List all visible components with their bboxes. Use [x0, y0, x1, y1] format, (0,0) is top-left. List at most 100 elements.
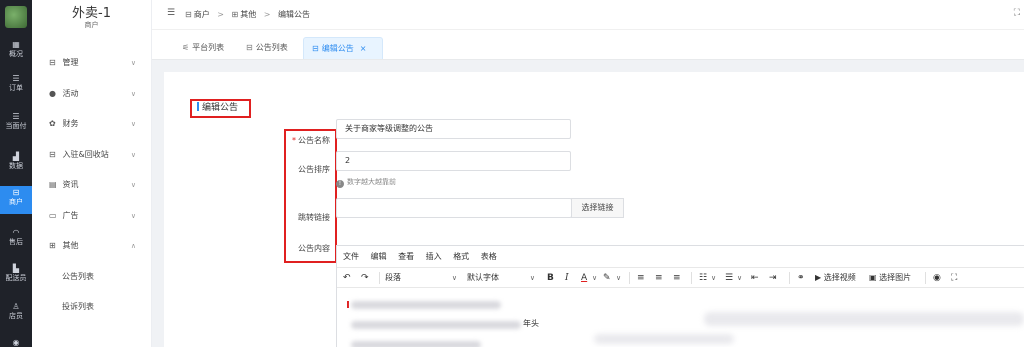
fullscreen-icon[interactable]: ⛶	[1014, 8, 1020, 18]
editor-menu-edit[interactable]: 编辑	[371, 252, 387, 261]
chevron-down-icon[interactable]: ∨	[735, 268, 742, 288]
editor-menu-table[interactable]: 表格	[481, 252, 497, 261]
rider-icon: ▙	[12, 264, 20, 273]
sidebar-item-activity[interactable]: ● 活动 ∨	[32, 79, 152, 110]
rail-item-staff[interactable]: ♙ 店员	[0, 300, 32, 326]
sidebar-item-news[interactable]: ▤ 资讯 ∨	[32, 170, 152, 201]
blurred-text	[351, 321, 521, 329]
rail-item-more[interactable]: ◉	[0, 336, 32, 347]
paragraph-select[interactable]: 段落 ∨	[385, 268, 457, 288]
rail-item-face-pay[interactable]: ☰ 当面付	[0, 110, 32, 136]
editor-menu-format[interactable]: 格式	[453, 252, 469, 261]
link-icon[interactable]: ⚭	[797, 268, 805, 288]
rail-item-after-sales[interactable]: ◠ 售后	[0, 226, 32, 252]
sidebar-item-other[interactable]: ⊞ 其他 ∧	[32, 231, 152, 262]
fullscreen-icon[interactable]: ⛶	[951, 268, 957, 288]
main-content: 编辑公告 * 公告名称 关于商家等级调整的公告 公告排序 2 ! 数字越大越靠前 跳…	[152, 60, 1024, 347]
sidebar-subtitle: 商户	[84, 21, 99, 29]
redo-icon[interactable]: ↷	[361, 268, 369, 288]
sidebar-subitem-complaints[interactable]: 投诉列表	[32, 292, 152, 323]
highlight-icon[interactable]: ✎	[603, 268, 611, 288]
undo-icon[interactable]: ↶	[343, 268, 351, 288]
edit-form-card: 编辑公告 * 公告名称 关于商家等级调整的公告 公告排序 2 ! 数字越大越靠前 跳…	[164, 72, 1024, 347]
title-accent-bar	[197, 102, 199, 111]
info-icon: !	[336, 180, 344, 188]
tab-platform-list[interactable]: ⚟ 平台列表	[174, 37, 232, 59]
rail-item-label: 数据	[9, 162, 23, 170]
headset-icon: ◠	[12, 228, 20, 237]
watermark	[594, 334, 734, 344]
chevron-down-icon[interactable]: ∨	[709, 268, 716, 288]
chevron-down-icon: ∨	[130, 150, 136, 159]
visible-text-fragment: 年头	[523, 319, 539, 328]
select-image-button[interactable]: ▣ 选择图片	[869, 268, 911, 288]
watermark	[704, 312, 1024, 326]
content-label: 公告内容	[298, 244, 330, 253]
align-center-icon[interactable]: ≡	[655, 268, 663, 288]
align-right-icon[interactable]: ≡	[673, 268, 681, 288]
toolbar-divider	[629, 272, 630, 284]
breadcrumb-item[interactable]: 商户	[194, 10, 210, 19]
rail-item-overview[interactable]: ▦ 概况	[0, 38, 32, 64]
select-link-button[interactable]: 选择链接	[571, 198, 624, 218]
sidebar-menu: ⊟ 管理 ∨ ● 活动 ∨ ✿ 财务 ∨ ⊟ 入驻&回收站 ∨ ▤ 资讯 ∨ ▭…	[32, 48, 152, 323]
dashboard-icon: ▦	[12, 40, 20, 49]
rail-item-merchant[interactable]: ⊟ 商户	[0, 186, 32, 214]
tab-label: 平台列表	[192, 43, 225, 52]
indent-icon[interactable]: ⇥	[769, 268, 777, 288]
align-left-icon[interactable]: ≡	[637, 268, 645, 288]
sidebar-subitem-announcements[interactable]: 公告列表	[32, 262, 152, 293]
editor-menu-view[interactable]: 查看	[398, 252, 414, 261]
rail-item-label: 商户	[9, 198, 23, 206]
sidebar-item-label: 管理	[62, 58, 79, 67]
store-icon: ⊟	[49, 58, 56, 67]
announcement-order-input[interactable]: 2	[336, 151, 571, 171]
font-color-button[interactable]: A	[581, 268, 587, 288]
rail-item-data[interactable]: ▟ 数据	[0, 150, 32, 176]
bold-button[interactable]: B	[547, 268, 554, 288]
sidebar-item-ads[interactable]: ▭ 广告 ∨	[32, 201, 152, 232]
primary-nav-rail: ▦ 概况 ☰ 订单 ☰ 当面付 ▟ 数据 ⊟ 商户 ◠ 售后 ▙ 配送员 ♙ 店	[0, 0, 32, 347]
editor-menu-file[interactable]: 文件	[343, 252, 359, 261]
jump-link-input[interactable]	[336, 198, 572, 218]
italic-button[interactable]: I	[565, 268, 569, 288]
outdent-icon[interactable]: ⇤	[751, 268, 759, 288]
preview-eye-icon[interactable]: ◉	[933, 268, 941, 288]
announcement-name-input[interactable]: 关于商家等级调整的公告	[336, 119, 571, 139]
tab-announcement-list[interactable]: ⊟ 公告列表	[238, 37, 296, 59]
breadcrumb-item[interactable]: 其他	[240, 10, 256, 19]
editor-menubar: 文件 编辑 查看 插入 格式 表格	[337, 246, 1024, 267]
tab-label: 编辑公告	[321, 44, 354, 53]
close-icon[interactable]: ×	[360, 44, 367, 53]
menu-fold-icon[interactable]: ☰	[167, 8, 175, 18]
bullet-list-icon[interactable]: ☷	[699, 268, 707, 288]
chevron-down-icon[interactable]: ∨	[590, 268, 597, 288]
rail-item-rider[interactable]: ▙ 配送员	[0, 262, 32, 288]
tab-edit-announcement[interactable]: ⊟ 编辑公告 ×	[303, 37, 383, 59]
list-icon: ☰	[12, 74, 20, 83]
font-family-select[interactable]: 默认字体 ∨	[467, 268, 535, 288]
font-select-value: 默认字体	[467, 273, 499, 282]
grid-icon: ⊞	[231, 10, 239, 19]
sidebar-item-manage[interactable]: ⊟ 管理 ∨	[32, 48, 152, 79]
editor-menu-insert[interactable]: 插入	[426, 252, 442, 261]
image-button-label: 选择图片	[879, 273, 912, 282]
chevron-down-icon[interactable]: ∨	[614, 268, 621, 288]
blurred-text	[351, 341, 481, 347]
select-video-button[interactable]: ▶ 选择视频	[815, 268, 856, 288]
chevron-down-icon: ∨	[130, 181, 136, 189]
sidebar-item-label: 活动	[62, 88, 79, 98]
grid-icon: ⊞	[49, 241, 56, 250]
bar-chart-icon: ▟	[12, 152, 20, 161]
sidebar-item-finance[interactable]: ✿ 财务 ∨	[32, 109, 152, 140]
chevron-down-icon: ∨	[529, 274, 535, 282]
breadcrumb-separator: >	[263, 10, 271, 19]
rail-item-orders[interactable]: ☰ 订单	[0, 72, 32, 98]
link-label: 跳转链接	[298, 213, 330, 222]
sidebar-item-label: 广告	[62, 210, 79, 220]
sidebar-item-onboarding[interactable]: ⊟ 入驻&回收站 ∨	[32, 140, 152, 171]
order-hint: ! 数字越大越靠前	[336, 177, 396, 188]
numbered-list-icon[interactable]: ☰	[725, 268, 733, 288]
toolbar-divider	[925, 272, 926, 284]
sidebar-item-label: 入驻&回收站	[62, 149, 109, 159]
